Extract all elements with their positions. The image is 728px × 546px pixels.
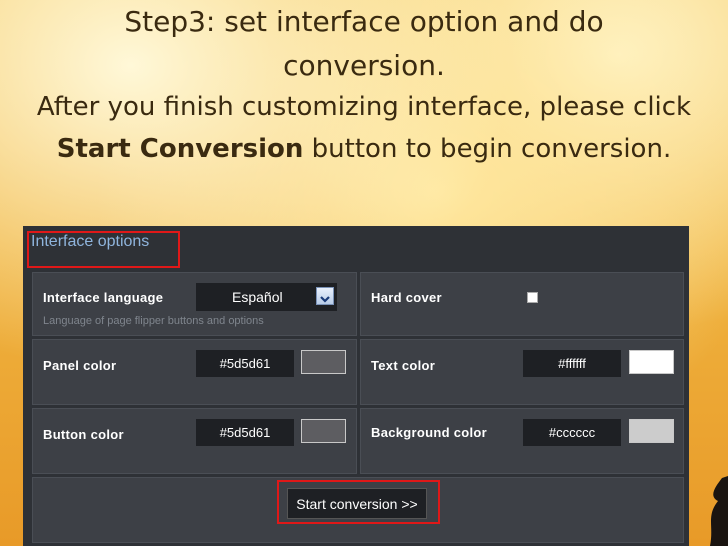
interface-options-panel: Interface options Interface language Esp…	[23, 226, 689, 546]
interface-language-label: Interface language	[43, 290, 164, 305]
text-color-swatch[interactable]	[629, 350, 674, 374]
button-color-cell: Button color #5d5d61	[32, 408, 357, 474]
background-color-label: Background color	[371, 425, 488, 440]
button-color-input[interactable]: #5d5d61	[196, 419, 294, 446]
body-bold: Start Conversion	[56, 134, 304, 164]
button-color-swatch[interactable]	[301, 419, 346, 443]
button-color-label: Button color	[43, 427, 124, 442]
panel-color-input[interactable]: #5d5d61	[196, 350, 294, 377]
slide-title-line-2: conversion.	[283, 49, 445, 82]
slide-body-text: After you finish customizing interface, …	[30, 86, 698, 170]
hard-cover-cell: Hard cover	[360, 272, 684, 336]
slide-title-line-1: Step3: set interface option and do	[124, 5, 604, 38]
interface-language-value: Español	[232, 289, 283, 305]
background-color-input[interactable]: #cccccc	[523, 419, 621, 446]
body-prefix: After you finish customizing interface, …	[36, 92, 692, 122]
panel-color-swatch[interactable]	[301, 350, 346, 374]
text-color-label: Text color	[371, 358, 436, 373]
body-suffix: button to begin conversion.	[303, 134, 672, 164]
start-button-highlight-box	[277, 480, 440, 524]
interface-language-hint: Language of page flipper buttons and opt…	[43, 315, 264, 327]
text-color-input[interactable]: #ffffff	[523, 350, 621, 377]
panel-color-label: Panel color	[43, 358, 117, 373]
background-color-swatch[interactable]	[629, 419, 674, 443]
chevron-down-icon[interactable]	[316, 287, 334, 305]
hard-cover-checkbox[interactable]	[527, 292, 538, 303]
interface-language-cell: Interface language Español Language of p…	[32, 272, 357, 336]
background-color-cell: Background color #cccccc	[360, 408, 684, 474]
header-highlight-box	[27, 231, 180, 268]
interface-language-select[interactable]: Español	[196, 283, 337, 311]
text-color-cell: Text color #ffffff	[360, 339, 684, 405]
decorative-branch-icon	[710, 476, 728, 546]
hard-cover-label: Hard cover	[371, 290, 442, 305]
panel-color-cell: Panel color #5d5d61	[32, 339, 357, 405]
